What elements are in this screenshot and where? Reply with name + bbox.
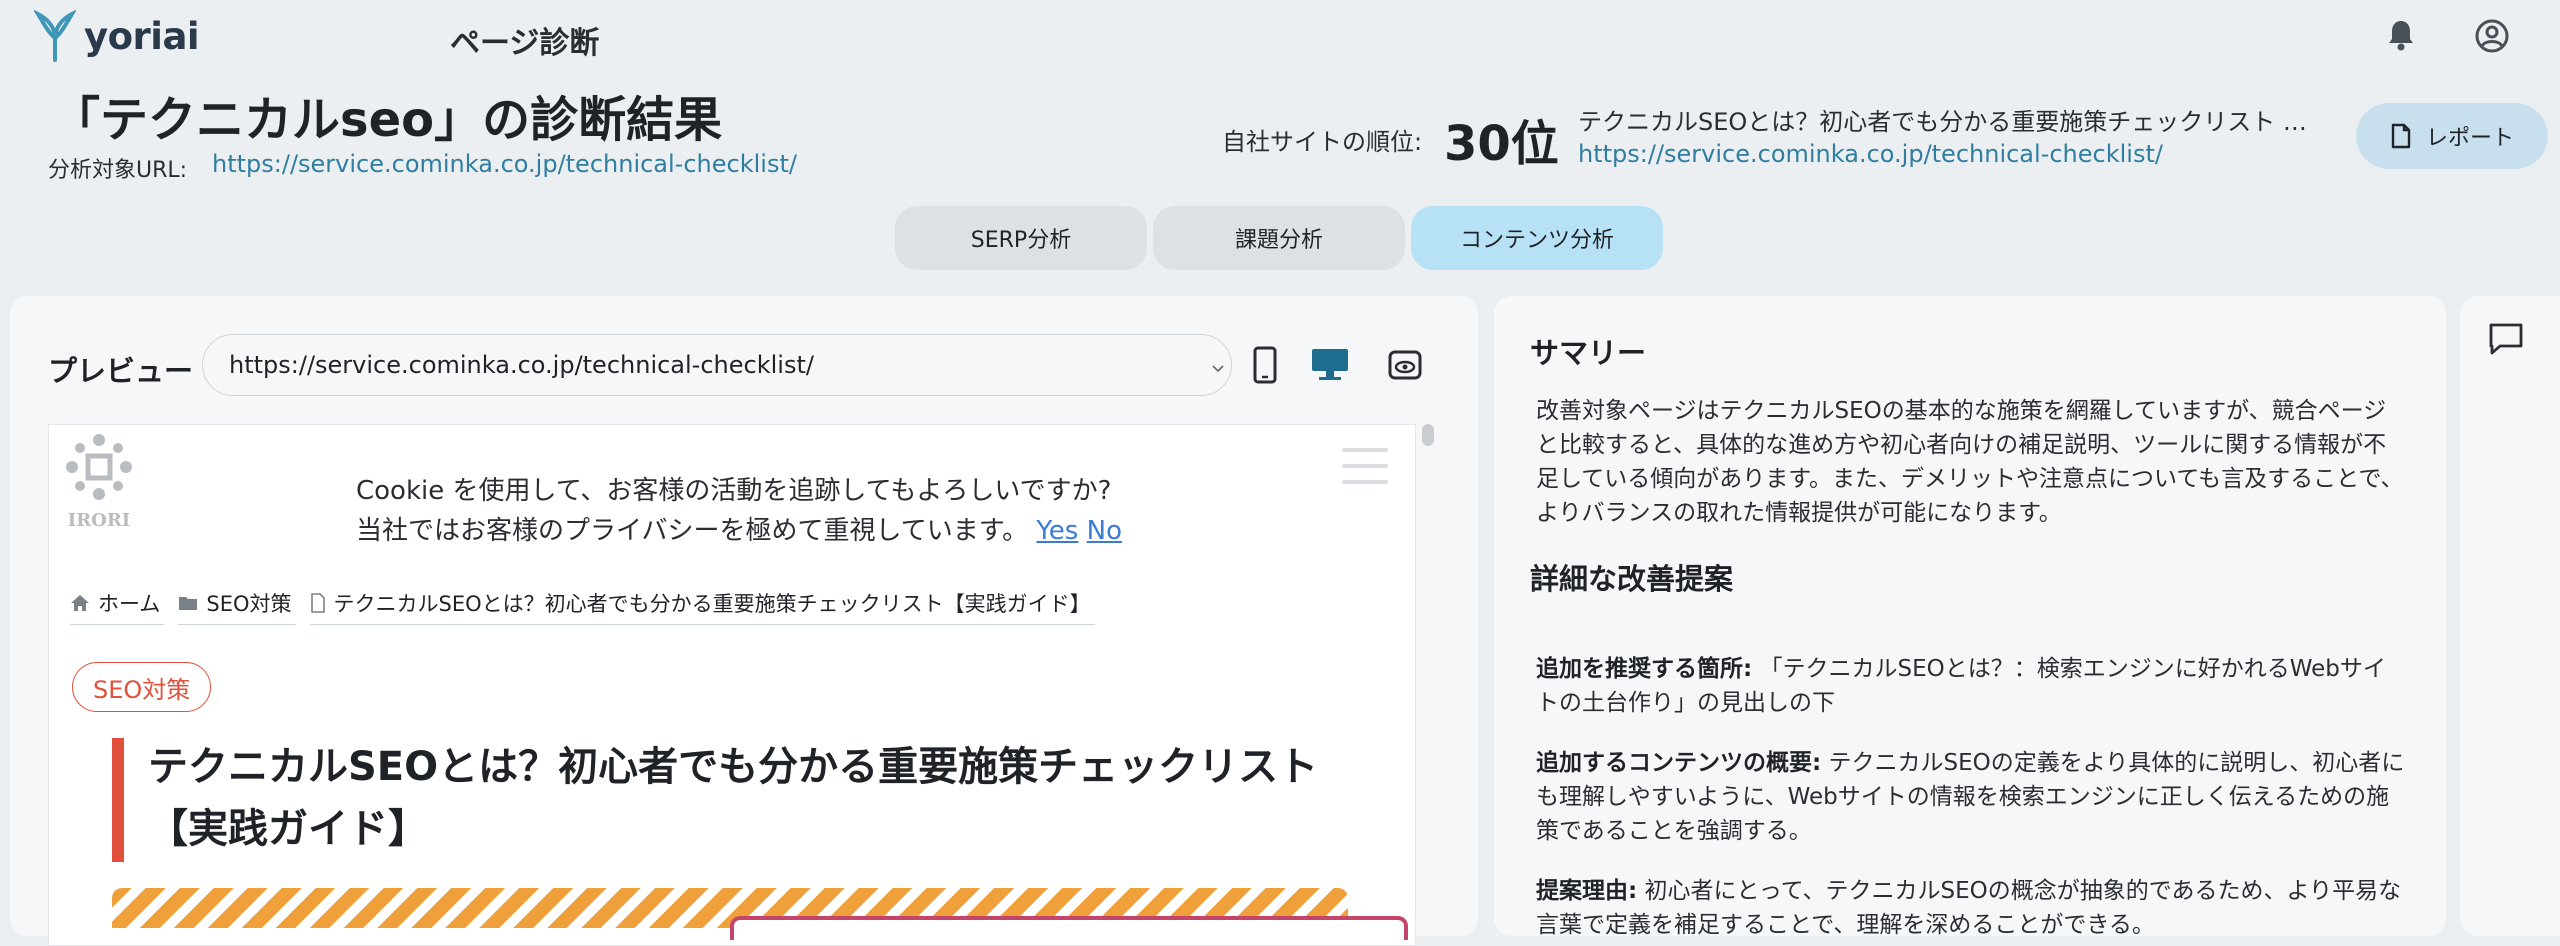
home-icon [71, 595, 89, 611]
suggestion-overview: 追加するコンテンツの概要: テクニカルSEOの定義をより具体的に説明し、初心者に… [1536, 746, 2408, 848]
preview-label: プレビュー [48, 354, 194, 388]
rank-value: 30位 [1444, 116, 1559, 172]
ranked-page-url[interactable]: https://service.cominka.co.jp/technical-… [1578, 140, 2163, 168]
article-title: テクニカルSEOとは？初心者でも分かる重要施策チェックリスト【実践ガイド】 [148, 744, 1319, 852]
logo-text: yoriai [84, 14, 200, 58]
breadcrumb: ホーム SEO対策 テクニカルSEOとは？初心者でも分かる重要施策チェックリスト… [70, 588, 1095, 625]
chevron-down-icon [1212, 358, 1224, 377]
file-icon [310, 593, 325, 613]
suggestion-location: 追加を推奨する箇所: 「テクニカルSEOとは？：検索エンジンに好かれるWebサイ… [1536, 652, 2408, 720]
cookie-yes-link[interactable]: Yes [1036, 516, 1078, 546]
irori-logo-text: IRORI [68, 510, 130, 531]
tab-serp-analysis[interactable]: SERP分析 [895, 206, 1147, 270]
target-url-label: 分析対象URL: [48, 158, 188, 183]
preview-url-select[interactable]: https://service.cominka.co.jp/technical-… [202, 334, 1232, 396]
user-account-icon[interactable] [2474, 18, 2510, 58]
page-title: ページ診断 [450, 26, 600, 61]
tab-content-analysis[interactable]: コンテンツ分析 [1411, 206, 1663, 270]
hero-image-overlay-box [730, 916, 1408, 940]
report-button[interactable]: レポート [2356, 103, 2548, 169]
site-menu-icon[interactable] [1342, 446, 1388, 490]
suggestion-overview-label: 追加するコンテンツの概要: [1536, 750, 1822, 776]
category-badge[interactable]: SEO対策 [72, 662, 212, 712]
breadcrumb-item-home[interactable]: ホーム [70, 588, 165, 625]
mobile-view-icon[interactable] [1252, 346, 1278, 388]
diagnosis-title: 「テクニカルseo」の診断結果 [52, 92, 723, 148]
document-icon [2391, 123, 2411, 149]
breadcrumb-item-article[interactable]: テクニカルSEOとは？初心者でも分かる重要施策チェックリスト【実践ガイド】 [309, 588, 1095, 625]
suggestion-location-label: 追加を推奨する箇所: [1536, 656, 1753, 682]
rank-label: 自社サイトの順位: [1222, 128, 1423, 156]
preview-scrollbar[interactable] [1422, 424, 1434, 446]
suggestion-reason-label: 提案理由: [1536, 878, 1638, 904]
desktop-view-icon[interactable] [1310, 346, 1350, 386]
ranked-page-title: テクニカルSEOとは？初心者でも分かる重要施策チェックリスト … [1578, 108, 2306, 136]
analysis-tabs: SERP分析 課題分析 コンテンツ分析 [895, 206, 1663, 270]
cookie-consent-privacy-text: 当社ではお客様のプライバシーを極めて重視しています。 Yes No [356, 510, 1122, 547]
tab-issue-analysis[interactable]: 課題分析 [1153, 206, 1405, 270]
folder-icon [179, 597, 198, 610]
chat-icon[interactable] [2488, 322, 2524, 360]
side-rail [2460, 296, 2560, 936]
cookie-consent-text: Cookie を使用して、お客様の活動を追跡してもよろしいですか? [356, 476, 1112, 506]
target-url-link[interactable]: https://service.cominka.co.jp/technical-… [212, 150, 797, 178]
report-button-label: レポート [2425, 126, 2514, 151]
app-logo[interactable]: yoriai [34, 10, 200, 62]
preview-eye-icon[interactable] [1388, 350, 1422, 384]
breadcrumb-item-category[interactable]: SEO対策 [178, 588, 296, 625]
article-title-accent [112, 738, 124, 862]
cookie-privacy-text: 当社ではお客様のプライバシーを極めて重視しています。 [356, 516, 1029, 546]
breadcrumb-label: テクニカルSEOとは？初心者でも分かる重要施策チェックリスト【実践ガイド】 [333, 592, 1091, 616]
summary-text: 改善対象ページはテクニカルSEOの基本的な施策を網羅していますが、競合ページと比… [1536, 398, 2404, 526]
irori-logo: IRORI [60, 432, 138, 536]
cookie-no-link[interactable]: No [1087, 516, 1122, 546]
suggestion-reason: 提案理由: 初心者にとって、テクニカルSEOの概念が抽象的であるため、より平易な… [1536, 874, 2408, 942]
breadcrumb-label: ホーム [98, 592, 161, 616]
suggestion-reason-text: 初心者にとって、テクニカルSEOの概念が抽象的であるため、より平易な言葉で定義を… [1536, 878, 2402, 938]
preview-url-value: https://service.cominka.co.jp/technical-… [229, 351, 814, 379]
notification-bell-icon[interactable] [2385, 18, 2417, 56]
breadcrumb-label: SEO対策 [206, 592, 292, 616]
detail-heading: 詳細な改善提案 [1530, 562, 1734, 596]
summary-heading: サマリー [1530, 336, 1647, 370]
yoriai-logo-icon [34, 10, 76, 62]
